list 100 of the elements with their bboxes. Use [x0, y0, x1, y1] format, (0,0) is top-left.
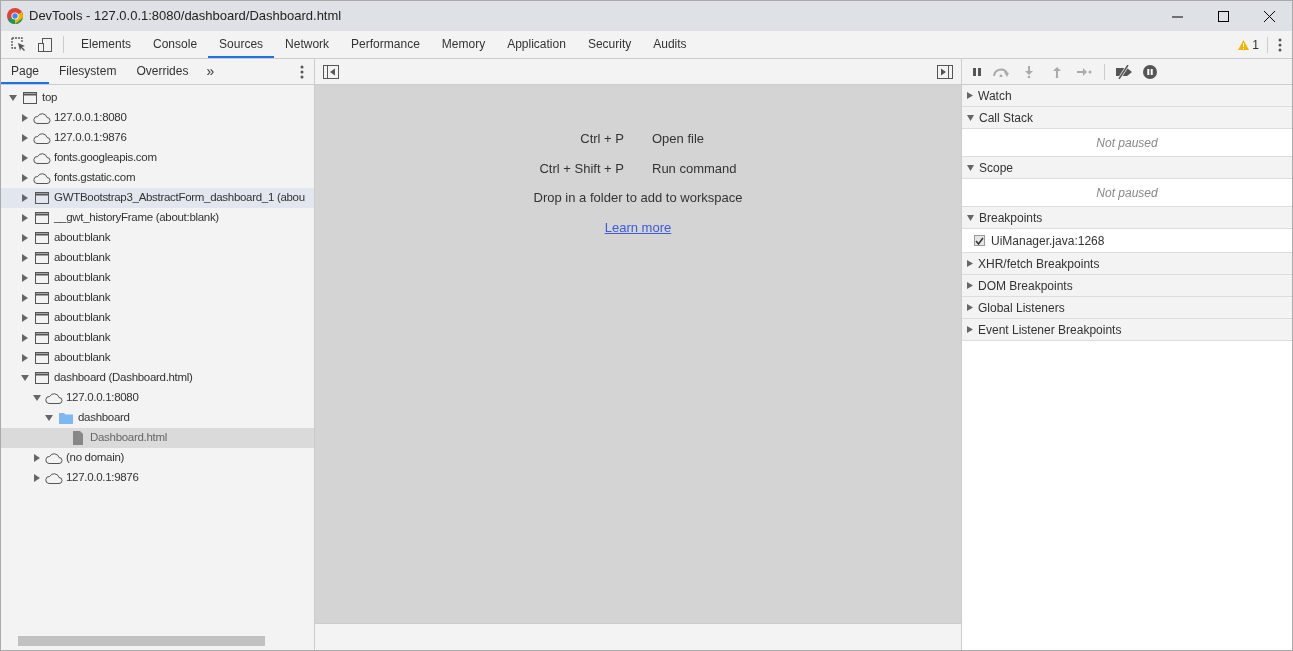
more-tabs-button[interactable]: »	[198, 59, 223, 84]
pause-on-exceptions-icon[interactable]	[1143, 64, 1157, 79]
collapsed-arrow-icon[interactable]	[22, 194, 28, 202]
tree-label: GWTBootstrap3_AbstractForm_dashboard_1 (abou	[54, 190, 305, 206]
cloud-icon	[33, 112, 51, 124]
tree-item[interactable]: about:blank	[1, 308, 314, 328]
tree-item[interactable]: 127.0.0.1:8080	[1, 108, 314, 128]
cloud-icon	[33, 172, 51, 184]
toggle-debugger-icon[interactable]	[937, 64, 953, 79]
pause-icon[interactable]	[972, 66, 982, 77]
collapsed-arrow-icon[interactable]	[22, 214, 28, 222]
shortcut-keys: Ctrl + P	[539, 129, 624, 149]
tree-label: about:blank	[54, 290, 111, 306]
tree-label: about:blank	[54, 350, 111, 366]
shortcut-action: Open file	[652, 130, 706, 148]
section-header[interactable]: XHR/fetch Breakpoints	[962, 253, 1292, 275]
tree-item[interactable]: top	[1, 88, 314, 108]
expanded-arrow-icon[interactable]	[21, 375, 29, 381]
tree-item[interactable]: about:blank	[1, 348, 314, 368]
section-header[interactable]: Breakpoints	[962, 207, 1292, 229]
cloud-icon	[45, 472, 63, 484]
expanded-arrow-icon[interactable]	[33, 395, 41, 401]
status-message: Not paused	[1096, 134, 1158, 152]
tree-item[interactable]: about:blank	[1, 228, 314, 248]
tree-item[interactable]: fonts.googleapis.com	[1, 148, 314, 168]
tree-item[interactable]: about:blank	[1, 248, 314, 268]
panel-tab[interactable]: Elements	[70, 31, 143, 58]
collapsed-arrow-icon[interactable]	[22, 314, 28, 322]
tree-item[interactable]: dashboard (Dashboard.html)	[1, 368, 314, 388]
warning-counter[interactable]: 1	[1238, 36, 1268, 53]
collapsed-arrow-icon[interactable]	[22, 274, 28, 282]
tree-label: about:blank	[54, 230, 111, 246]
expanded-arrow-icon[interactable]	[9, 95, 17, 101]
section-header[interactable]: Watch	[962, 85, 1292, 107]
tree-label: 127.0.0.1:8080	[66, 390, 139, 406]
cloud-icon	[33, 132, 51, 144]
tree-item[interactable]: (no domain)	[1, 448, 314, 468]
collapsed-arrow-icon[interactable]	[22, 354, 28, 362]
tree-item[interactable]: fonts.gstatic.com	[1, 168, 314, 188]
tree-item[interactable]: GWTBootstrap3_AbstractForm_dashboard_1 (abou	[1, 188, 314, 208]
navigator-tab[interactable]: Overrides	[126, 59, 199, 84]
expanded-arrow-icon	[967, 164, 974, 171]
tree-label: about:blank	[54, 270, 111, 286]
learn-more-link[interactable]: Learn more	[604, 217, 672, 237]
warning-icon	[1238, 39, 1250, 50]
tree-item[interactable]: 127.0.0.1:9876	[1, 468, 314, 488]
tree-item[interactable]: about:blank	[1, 268, 314, 288]
section-header[interactable]: Event Listener Breakpoints	[962, 319, 1292, 341]
collapsed-arrow-icon	[967, 92, 973, 99]
expanded-arrow-icon	[967, 114, 974, 121]
frame-icon	[35, 352, 49, 364]
section-header[interactable]: Global Listeners	[962, 297, 1292, 319]
frame-icon	[35, 312, 49, 324]
section-header[interactable]: Call Stack	[962, 107, 1292, 129]
collapsed-arrow-icon	[967, 260, 973, 267]
tree-item[interactable]: __gwt_historyFrame (about:blank)	[1, 208, 314, 228]
collapsed-arrow-icon[interactable]	[22, 254, 28, 262]
window-title: DevTools - 127.0.0.1:8080/dashboard/Dashboard.html	[29, 7, 342, 26]
panel-tab[interactable]: Audits	[642, 31, 698, 58]
tree-item[interactable]: 127.0.0.1:8080	[1, 388, 314, 408]
tree-label: 127.0.0.1:8080	[54, 110, 127, 126]
collapsed-arrow-icon[interactable]	[34, 454, 40, 462]
more-menu-icon[interactable]	[300, 64, 304, 79]
more-menu-icon[interactable]	[1278, 37, 1282, 52]
inspect-icon[interactable]	[11, 36, 27, 53]
tree-item[interactable]: about:blank	[1, 288, 314, 308]
breakpoint-checkbox[interactable]	[974, 235, 985, 246]
collapsed-arrow-icon[interactable]	[22, 114, 28, 122]
toggle-navigator-icon[interactable]	[323, 64, 339, 79]
collapsed-arrow-icon[interactable]	[34, 474, 40, 482]
section-header[interactable]: Scope	[962, 157, 1292, 179]
navigator-tab[interactable]: Page	[1, 59, 50, 84]
panel-tab[interactable]: Console	[142, 31, 209, 58]
tree-item[interactable]: 127.0.0.1:9876	[1, 128, 314, 148]
tree-item[interactable]: about:blank	[1, 328, 314, 348]
navigator-tab[interactable]: Filesystem	[49, 59, 127, 84]
tree-label: 127.0.0.1:9876	[54, 130, 127, 146]
frame-icon	[35, 372, 49, 384]
expanded-arrow-icon[interactable]	[45, 415, 53, 421]
deactivate-breakpoints-icon[interactable]	[1115, 64, 1133, 79]
panel-tab[interactable]: Application	[496, 31, 577, 58]
browser-logo-icon	[7, 8, 23, 24]
device-toggle-icon[interactable]	[37, 36, 53, 53]
collapsed-arrow-icon[interactable]	[22, 174, 28, 182]
collapsed-arrow-icon[interactable]	[22, 134, 28, 142]
collapsed-arrow-icon[interactable]	[22, 334, 28, 342]
panel-tab[interactable]: Memory	[430, 31, 497, 58]
collapsed-arrow-icon	[967, 304, 973, 311]
shortcut-keys: Ctrl + Shift + P	[539, 158, 624, 178]
collapsed-arrow-icon[interactable]	[22, 294, 28, 302]
collapsed-arrow-icon[interactable]	[22, 234, 28, 242]
section-header[interactable]: DOM Breakpoints	[962, 275, 1292, 297]
collapsed-arrow-icon[interactable]	[22, 154, 28, 162]
tree-label: Dashboard.html	[90, 430, 167, 446]
panel-tab[interactable]: Security	[576, 31, 643, 58]
maximize-icon	[1217, 10, 1229, 22]
tree-item[interactable]: Dashboard.html	[1, 428, 314, 448]
panel-tab[interactable]: Network	[274, 31, 341, 58]
tree-item[interactable]: dashboard	[1, 408, 314, 428]
panel-tab[interactable]: Performance	[340, 31, 431, 58]
